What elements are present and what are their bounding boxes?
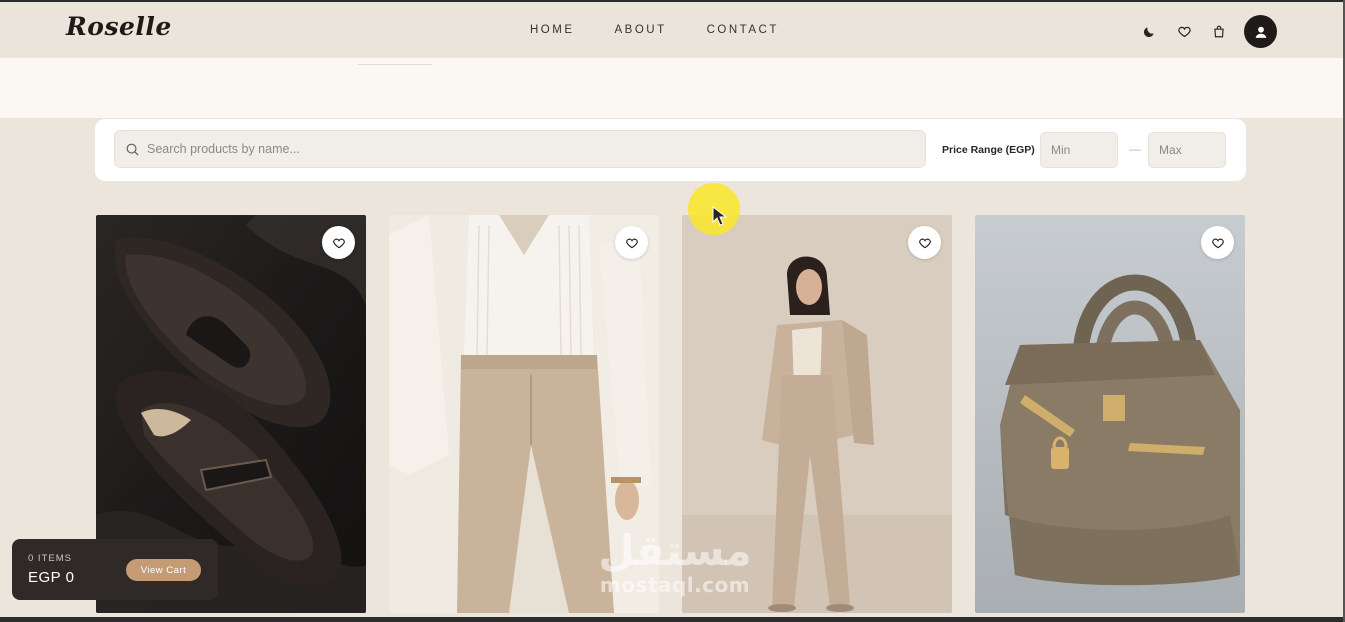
- price-range-label: Price Range (EGP): [942, 144, 1035, 156]
- user-avatar-button[interactable]: [1244, 15, 1277, 48]
- search-icon: [126, 143, 139, 156]
- moon-icon[interactable]: [1139, 22, 1159, 42]
- nav-contact-link[interactable]: CONTACT: [707, 24, 779, 36]
- favorite-button[interactable]: [908, 226, 941, 259]
- product-image-handbag: [975, 215, 1245, 613]
- search-input[interactable]: [147, 142, 887, 156]
- favorite-button[interactable]: [1201, 226, 1234, 259]
- heart-icon: [1211, 238, 1224, 248]
- filter-bar: Price Range (EGP) —: [95, 119, 1246, 181]
- header-actions: [1124, 15, 1277, 48]
- favorite-button[interactable]: [615, 226, 648, 259]
- price-max-input[interactable]: [1148, 132, 1226, 168]
- watermark-arabic: مستقل: [598, 526, 752, 575]
- heart-icon: [918, 238, 931, 248]
- nav-home-link[interactable]: HOME: [530, 24, 575, 36]
- product-card[interactable]: [975, 215, 1245, 613]
- screen-frame-bottom: [0, 617, 1345, 622]
- price-min-input[interactable]: [1040, 132, 1118, 168]
- favorite-button[interactable]: [322, 226, 355, 259]
- cart-total: EGP 0: [28, 569, 75, 586]
- site-header: Roselle HOME ABOUT CONTACT: [0, 0, 1345, 58]
- price-separator: —: [1129, 142, 1141, 156]
- shopping-bag-icon[interactable]: [1209, 22, 1229, 42]
- watermark: مستقل mostaql.com: [590, 526, 760, 597]
- brand-logo[interactable]: Roselle: [66, 12, 172, 41]
- mouse-pointer-icon: [712, 206, 728, 226]
- hero-banner: [0, 58, 1345, 118]
- view-cart-button[interactable]: View Cart: [126, 559, 201, 581]
- banner-divider: [358, 64, 432, 65]
- watermark-latin: mostaql.com: [599, 573, 751, 597]
- nav-about-link[interactable]: ABOUT: [615, 24, 667, 36]
- main-nav: HOME ABOUT CONTACT: [530, 24, 819, 36]
- search-field[interactable]: [114, 130, 926, 168]
- user-icon: [1255, 26, 1266, 38]
- cart-item-count: 0 ITEMS: [28, 553, 72, 564]
- heart-icon: [332, 238, 345, 248]
- heart-icon[interactable]: [1174, 22, 1194, 42]
- heart-icon: [625, 238, 638, 248]
- mini-cart: 0 ITEMS EGP 0 View Cart: [12, 539, 218, 600]
